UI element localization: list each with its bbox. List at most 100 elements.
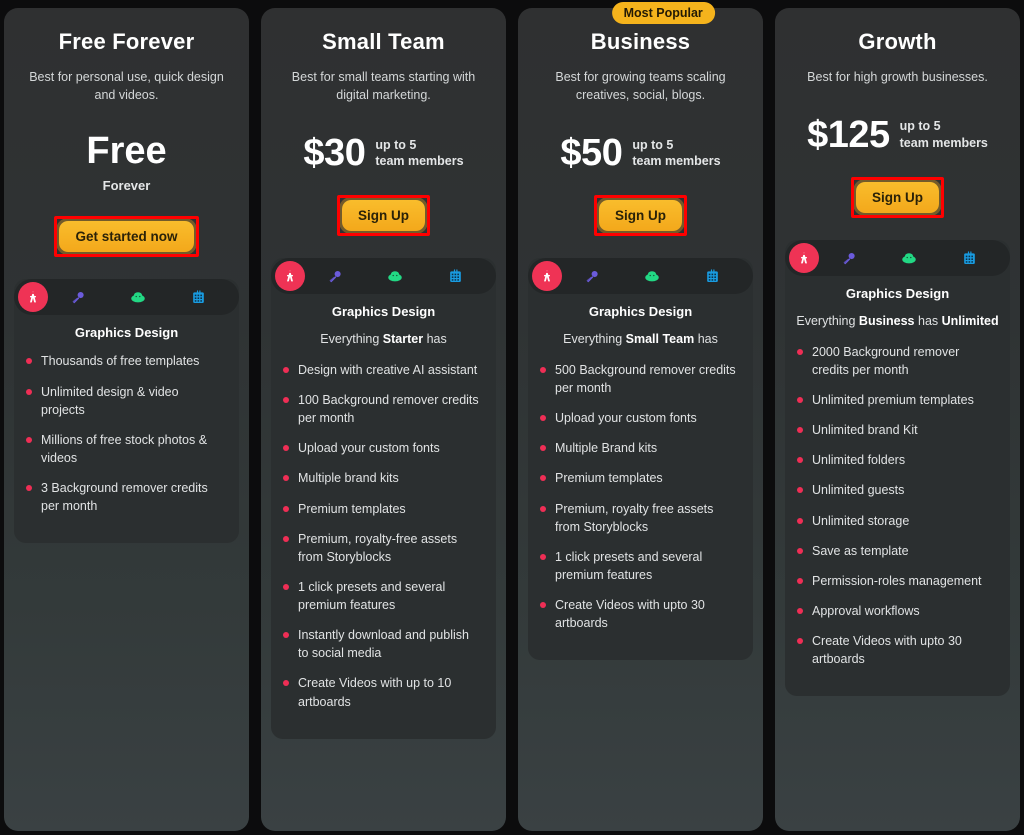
- bullet-icon: [540, 475, 546, 482]
- feature-text: 2000 Background remover credits per mont…: [812, 344, 960, 377]
- feature-list-item: Unlimited design & video projects: [26, 383, 225, 419]
- plan-cta-button-free-forever[interactable]: Get started now: [59, 220, 194, 252]
- feature-text: 3 Background remover credits per month: [41, 481, 208, 514]
- rocket-icon[interactable]: [305, 262, 365, 290]
- plan-description: Best for high growth businesses.: [807, 70, 988, 85]
- bullet-icon: [797, 397, 803, 404]
- feature-category-tabs: [271, 258, 496, 295]
- building-icon[interactable]: [683, 262, 743, 290]
- feature-text: Unlimited storage: [812, 513, 910, 528]
- feature-text: 100 Background remover credits per month: [298, 393, 479, 426]
- feature-list-item: 3 Background remover credits per month: [26, 479, 225, 515]
- feature-text: Upload your custom fonts: [298, 441, 440, 456]
- plan-cta-button-small-team[interactable]: Sign Up: [342, 199, 425, 231]
- feature-text: Multiple brand kits: [298, 471, 399, 486]
- plan-cta-button-growth[interactable]: Sign Up: [856, 181, 939, 213]
- feature-text: 1 click presets and several premium feat…: [555, 549, 703, 582]
- plan-cta-wrap: Sign Up: [789, 176, 1006, 218]
- feature-note-plan: Starter: [382, 332, 424, 347]
- bullet-icon: [797, 547, 803, 554]
- feature-list-item: Create Videos with upto 30 artboards: [797, 632, 996, 668]
- bullet-icon: [797, 427, 803, 434]
- feature-text: Approval workflows: [812, 603, 920, 618]
- bullet-icon: [26, 358, 32, 365]
- feature-list-item: Unlimited guests: [797, 481, 996, 499]
- graphics-design-icon[interactable]: [789, 243, 819, 274]
- plan-price-row: Free Forever: [18, 132, 235, 193]
- plan-cta-button-business[interactable]: Sign Up: [599, 199, 682, 231]
- building-icon[interactable]: [940, 244, 1000, 272]
- cloud-icon[interactable]: [108, 283, 168, 311]
- feature-text: Unlimited design & video projects: [41, 384, 179, 417]
- plan-card-small-team: Small Team Best for small teams starting …: [261, 8, 506, 831]
- feature-category-label: Graphics Design: [74, 325, 179, 341]
- plan-header: Small Team Best for small teams starting …: [261, 8, 506, 236]
- feature-text: Multiple Brand kits: [555, 441, 658, 456]
- bullet-icon: [797, 577, 803, 584]
- feature-list: Thousands of free templates Unlimited des…: [14, 352, 239, 515]
- feature-category-tabs: [785, 240, 1010, 277]
- plan-title: Business: [590, 29, 691, 54]
- plan-price-row: $50 up to 5 team members: [532, 134, 749, 172]
- rocket-icon[interactable]: [819, 244, 879, 272]
- plan-header: Free Forever Best for personal use, quick…: [4, 8, 249, 257]
- bullet-icon: [283, 397, 289, 404]
- feature-text: Premium, royalty-free assets from Storyb…: [298, 531, 458, 564]
- feature-text: Thousands of free templates: [41, 354, 200, 369]
- plan-header: Business Best for growing teams scaling c…: [518, 8, 763, 236]
- feature-list-item: Unlimited storage: [797, 512, 996, 530]
- bullet-icon: [540, 366, 546, 373]
- bullet-icon: [540, 505, 546, 512]
- feature-text: Premium templates: [555, 471, 663, 486]
- cloud-icon[interactable]: [879, 244, 939, 272]
- feature-text: Create Videos with up to 10 artboards: [298, 676, 452, 709]
- feature-list-item: Multiple brand kits: [283, 469, 482, 487]
- plan-price: Free: [86, 130, 167, 173]
- bullet-icon: [283, 445, 289, 452]
- feature-note-prefix: Everything: [563, 332, 626, 347]
- feature-list-item: Upload your custom fonts: [283, 439, 482, 457]
- plan-title: Small Team: [322, 29, 445, 54]
- plan-feature-panel: Graphics Design Everything Starter has Des…: [271, 258, 496, 739]
- feature-note-prefix: Everything: [320, 332, 383, 347]
- building-icon[interactable]: [426, 262, 486, 290]
- cloud-icon[interactable]: [365, 262, 425, 290]
- feature-note-prefix: Everything: [796, 314, 859, 329]
- feature-list-item: Design with creative AI assistant: [283, 361, 482, 379]
- plan-price-note: up to 5 team members: [375, 137, 464, 169]
- bullet-icon: [26, 388, 32, 395]
- feature-text: Unlimited premium templates: [812, 393, 974, 408]
- feature-list-item: Premium templates: [540, 469, 739, 487]
- feature-inherit-note: Everything Business has Unlimited: [793, 313, 1002, 331]
- feature-list-item: Permission-roles management: [797, 572, 996, 590]
- plan-feature-panel: Graphics Design Everything Small Team has…: [528, 258, 753, 661]
- feature-list-item: Premium, royalty-free assets from Storyb…: [283, 530, 482, 566]
- bullet-icon: [283, 632, 289, 639]
- plan-price: $125: [807, 114, 890, 157]
- bullet-icon: [797, 638, 803, 645]
- feature-text: Millions of free stock photos & videos: [41, 432, 208, 465]
- plan-description: Best for growing teams scaling creatives…: [555, 70, 726, 103]
- plan-price-note: up to 5 team members: [632, 137, 721, 169]
- rocket-icon[interactable]: [48, 283, 108, 311]
- graphics-design-icon[interactable]: [275, 261, 305, 292]
- graphics-design-icon[interactable]: [18, 282, 48, 313]
- bullet-icon: [797, 348, 803, 355]
- feature-text: Design with creative AI assistant: [298, 362, 478, 377]
- feature-note-plan: Small Team: [625, 332, 695, 347]
- feature-list: Design with creative AI assistant 100 Bac…: [271, 361, 496, 711]
- building-icon[interactable]: [169, 283, 229, 311]
- feature-list-item: 100 Background remover credits per month: [283, 391, 482, 427]
- rocket-icon[interactable]: [562, 262, 622, 290]
- feature-list-item: 2000 Background remover credits per mont…: [797, 343, 996, 379]
- bullet-icon: [540, 553, 546, 560]
- graphics-design-icon[interactable]: [532, 261, 562, 292]
- feature-category-label: Graphics Design: [588, 304, 693, 320]
- plan-header: Growth Best for high growth businesses. $1…: [775, 8, 1020, 218]
- feature-list-item: Multiple Brand kits: [540, 439, 739, 457]
- bullet-icon: [283, 535, 289, 542]
- bullet-icon: [797, 517, 803, 524]
- bullet-icon: [26, 485, 32, 492]
- plan-title: Free Forever: [58, 29, 195, 54]
- cloud-icon[interactable]: [622, 262, 682, 290]
